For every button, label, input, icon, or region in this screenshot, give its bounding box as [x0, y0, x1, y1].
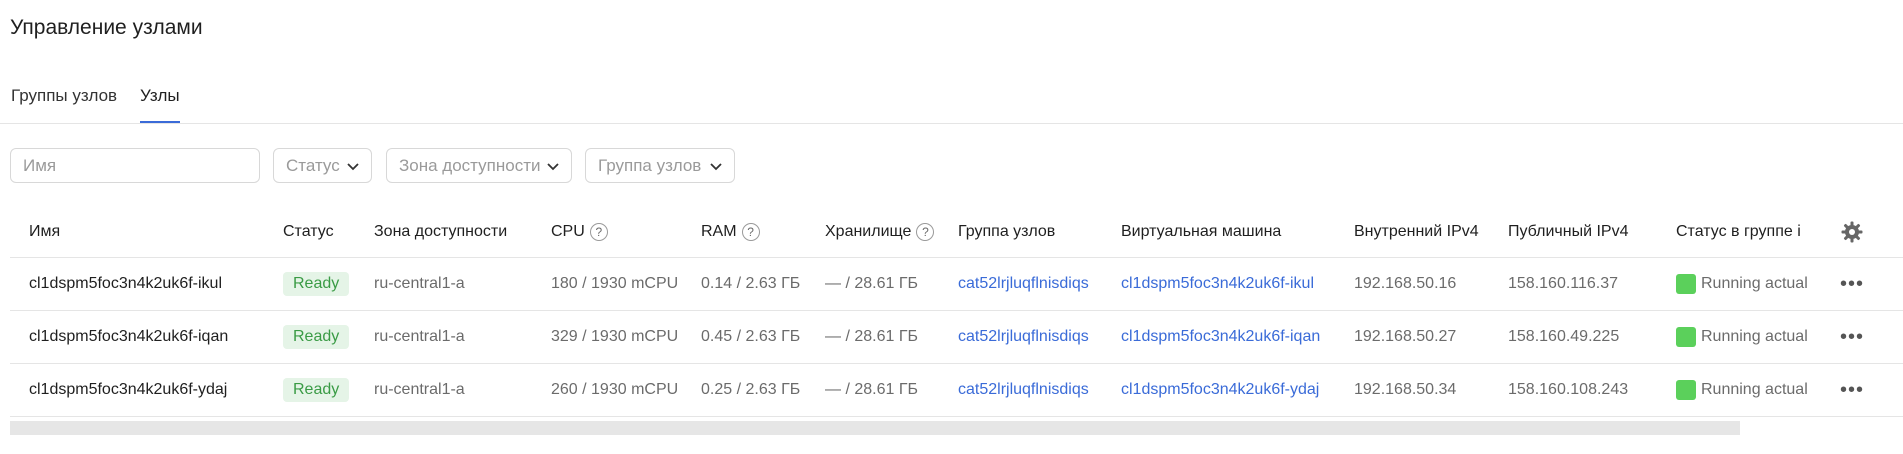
public-ip-cell: 158.160.108.243	[1508, 381, 1629, 398]
vm-link[interactable]: cl1dspm5foc3n4k2uk6f-ikul	[1121, 258, 1356, 310]
header-public-ip[interactable]: Публичный IPv4	[1508, 206, 1678, 257]
zone-cell: ru-central1-a	[374, 381, 465, 398]
ram-cell: 0.14 / 2.63 ГБ	[701, 275, 801, 292]
node-group-link[interactable]: cat52lrjluqflnisdiqs	[958, 258, 1123, 310]
cpu-cell: 260 / 1930 mCPU	[551, 381, 679, 398]
tab-node-groups[interactable]: Группы узлов	[11, 86, 117, 123]
vm-link[interactable]: cl1dspm5foc3n4k2uk6f-ydaj	[1121, 364, 1356, 416]
status-cell: Ready	[283, 258, 373, 310]
status-badge: Ready	[283, 378, 350, 402]
status-filter-select[interactable]: Статус	[273, 148, 372, 183]
question-circle-icon[interactable]: ?	[741, 222, 760, 241]
ram-cell: 0.25 / 2.63 ГБ	[701, 381, 801, 398]
tab-nodes[interactable]: Узлы	[140, 86, 180, 123]
storage-cell: — / 28.61 ГБ	[825, 381, 918, 398]
header-vm[interactable]: Виртуальная машина	[1121, 206, 1356, 257]
node-group-link[interactable]: cat52lrjluqflnisdiqs	[958, 364, 1123, 416]
group-status-cell: Running actual	[1676, 364, 1812, 416]
node-name: cl1dspm5foc3n4k2uk6f-ikul	[29, 275, 222, 292]
zone-cell: ru-central1-a	[374, 275, 465, 292]
cpu-cell: 180 / 1930 mCPU	[551, 275, 679, 292]
header-cpu-label: CPU	[551, 222, 585, 240]
header-cpu[interactable]: CPU ?	[551, 206, 706, 257]
public-ip-cell: 158.160.116.37	[1508, 275, 1619, 292]
status-cell: Ready	[283, 364, 373, 416]
gear-icon	[1841, 221, 1863, 242]
public-ip-cell: 158.160.49.225	[1508, 328, 1620, 345]
table-row[interactable]: cl1dspm5foc3n4k2uk6f-iqan Ready ru-centr…	[10, 311, 1903, 364]
chevron-down-icon	[347, 163, 359, 171]
status-badge: Ready	[283, 272, 350, 296]
header-status[interactable]: Статус	[283, 206, 373, 257]
node-name: cl1dspm5foc3n4k2uk6f-iqan	[29, 328, 229, 345]
group-status-cell: Running actual	[1676, 311, 1812, 363]
tabs-bar: Группы узлов Узлы	[0, 78, 1903, 124]
table-settings-button[interactable]	[1832, 206, 1872, 257]
chevron-down-icon	[547, 163, 559, 171]
zone-filter-select[interactable]: Зона доступности	[386, 148, 572, 183]
page-title: Управление узлами	[10, 16, 203, 39]
status-filter-label: Статус	[286, 155, 340, 175]
status-cell: Ready	[283, 311, 373, 363]
ram-cell: 0.45 / 2.63 ГБ	[701, 328, 801, 345]
header-internal-ip[interactable]: Внутренний IPv4	[1354, 206, 1509, 257]
more-dots-icon[interactable]: •••	[1832, 258, 1872, 310]
table-row[interactable]: cl1dspm5foc3n4k2uk6f-ikul Ready ru-centr…	[10, 258, 1903, 311]
header-group-status[interactable]: Статус в группе і	[1676, 206, 1812, 257]
chevron-down-icon	[710, 163, 722, 171]
header-ram-label: RAM	[701, 222, 737, 240]
internal-ip-cell: 192.168.50.34	[1354, 381, 1457, 398]
node-name: cl1dspm5foc3n4k2uk6f-ydaj	[29, 381, 228, 398]
header-group[interactable]: Группа узлов	[958, 206, 1123, 257]
group-filter-select[interactable]: Группа узлов	[585, 148, 735, 183]
header-name[interactable]: Имя	[29, 206, 259, 257]
header-storage-label: Хранилище	[825, 222, 912, 240]
group-status-text: Running actual	[1701, 275, 1808, 292]
zone-cell: ru-central1-a	[374, 328, 465, 345]
vm-link[interactable]: cl1dspm5foc3n4k2uk6f-iqan	[1121, 311, 1356, 363]
storage-cell: — / 28.61 ГБ	[825, 275, 918, 292]
storage-cell: — / 28.61 ГБ	[825, 328, 918, 345]
internal-ip-cell: 192.168.50.16	[1354, 275, 1457, 292]
group-filter-label: Группа узлов	[598, 155, 702, 175]
node-group-link[interactable]: cat52lrjluqflnisdiqs	[958, 311, 1123, 363]
question-circle-icon[interactable]: ?	[916, 222, 935, 241]
status-badge: Ready	[283, 325, 350, 349]
table-header: Имя Статус Зона доступности CPU ? RAM ? …	[10, 206, 1903, 258]
zone-filter-label: Зона доступности	[399, 155, 541, 175]
group-status-text: Running actual	[1701, 328, 1808, 345]
cpu-cell: 329 / 1930 mCPU	[551, 328, 679, 345]
internal-ip-cell: 192.168.50.27	[1354, 328, 1457, 345]
horizontal-scrollbar[interactable]	[10, 421, 1740, 435]
name-filter-placeholder: Имя	[23, 155, 57, 175]
question-circle-icon[interactable]: ?	[589, 222, 608, 241]
table-row[interactable]: cl1dspm5foc3n4k2uk6f-ydaj Ready ru-centr…	[10, 364, 1903, 417]
group-status-text: Running actual	[1701, 381, 1808, 398]
header-storage[interactable]: Хранилище ?	[825, 206, 960, 257]
more-dots-icon[interactable]: •••	[1832, 311, 1872, 363]
more-dots-icon[interactable]: •••	[1832, 364, 1872, 416]
group-status-cell: Running actual	[1676, 258, 1812, 310]
header-ram[interactable]: RAM ?	[701, 206, 826, 257]
name-filter-input[interactable]: Имя	[10, 148, 260, 183]
green-square-icon	[1676, 380, 1696, 400]
green-square-icon	[1676, 327, 1696, 347]
green-square-icon	[1676, 274, 1696, 294]
header-zone[interactable]: Зона доступности	[374, 206, 552, 257]
